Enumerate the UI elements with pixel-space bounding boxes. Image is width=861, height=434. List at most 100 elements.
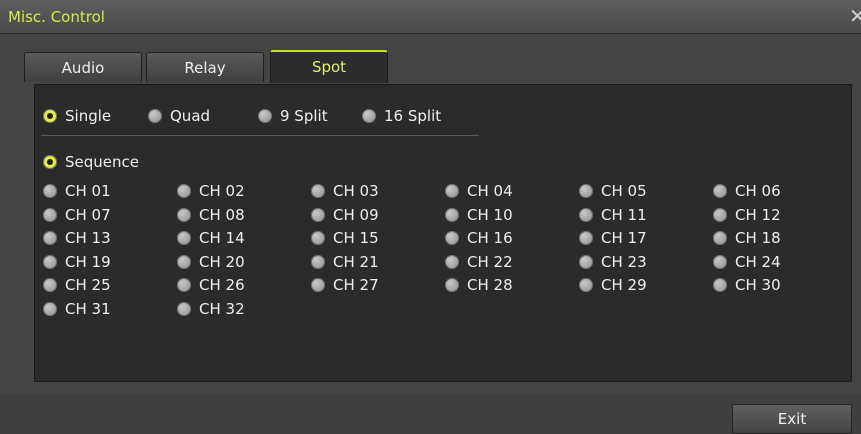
channel-label: CH 17	[601, 229, 647, 247]
close-icon[interactable]: ✕	[849, 8, 861, 26]
channel-radio-19[interactable]: CH 19	[43, 253, 111, 271]
channel-label: CH 18	[735, 229, 781, 247]
channel-radio-3[interactable]: CH 03	[311, 182, 379, 200]
channel-label: CH 30	[735, 276, 781, 294]
channel-label: CH 19	[65, 252, 111, 271]
channel-label: CH 16	[467, 229, 513, 247]
radio-icon	[579, 254, 593, 269]
misc-control-dialog: Misc. Control ✕ Audio Relay Spot Single …	[0, 0, 861, 434]
radio-icon	[43, 301, 57, 316]
radio-sequence[interactable]: Sequence	[43, 153, 139, 171]
radio-label: Sequence	[65, 153, 139, 171]
channel-radio-6[interactable]: CH 06	[713, 182, 781, 200]
channel-radio-5[interactable]: CH 05	[579, 182, 647, 200]
channel-radio-20[interactable]: CH 20	[177, 253, 245, 271]
radio-icon	[177, 301, 191, 316]
channel-label: CH 20	[199, 252, 245, 271]
radio-16-split[interactable]: 16 Split	[362, 107, 441, 125]
radio-icon	[311, 254, 325, 269]
radio-icon	[177, 184, 191, 198]
channel-label: CH 01	[65, 182, 111, 200]
radio-icon	[579, 207, 593, 222]
radio-label: 9 Split	[280, 107, 328, 125]
channel-radio-10[interactable]: CH 10	[445, 206, 513, 224]
radio-icon	[43, 207, 57, 222]
channel-label: CH 22	[467, 252, 513, 271]
exit-button[interactable]: Exit	[732, 404, 852, 434]
radio-icon	[362, 109, 376, 123]
channel-radio-22[interactable]: CH 22	[445, 253, 513, 271]
radio-icon	[311, 184, 325, 198]
radio-icon	[713, 278, 727, 292]
channel-label: CH 12	[735, 205, 781, 224]
channel-radio-14[interactable]: CH 14	[177, 229, 245, 247]
channel-label: CH 05	[601, 182, 647, 200]
channel-label: CH 14	[199, 229, 245, 247]
radio-icon	[311, 231, 325, 245]
channel-radio-24[interactable]: CH 24	[713, 253, 781, 271]
channel-label: CH 13	[65, 229, 111, 247]
radio-icon	[177, 278, 191, 292]
channel-radio-16[interactable]: CH 16	[445, 229, 513, 247]
channel-label: CH 21	[333, 252, 379, 271]
radio-icon	[177, 254, 191, 269]
radio-quad[interactable]: Quad	[148, 107, 210, 125]
channel-label: CH 07	[65, 205, 111, 224]
tab-relay[interactable]: Relay	[146, 52, 264, 82]
radio-icon	[579, 231, 593, 245]
channel-radio-17[interactable]: CH 17	[579, 229, 647, 247]
channel-radio-1[interactable]: CH 01	[43, 182, 111, 200]
radio-icon	[445, 231, 459, 245]
channel-radio-29[interactable]: CH 29	[579, 276, 647, 294]
channel-radio-8[interactable]: CH 08	[177, 206, 245, 224]
radio-icon	[579, 184, 593, 198]
radio-icon	[43, 278, 57, 292]
channel-radio-4[interactable]: CH 04	[445, 182, 513, 200]
tab-audio[interactable]: Audio	[24, 52, 142, 82]
radio-icon	[43, 184, 57, 198]
radio-label: 16 Split	[384, 107, 442, 125]
radio-selected-icon	[43, 155, 57, 169]
channel-radio-13[interactable]: CH 13	[43, 229, 111, 247]
channel-radio-21[interactable]: CH 21	[311, 253, 379, 271]
channel-label: CH 02	[199, 182, 245, 200]
channel-radio-25[interactable]: CH 25	[43, 276, 111, 294]
channel-radio-18[interactable]: CH 18	[713, 229, 781, 247]
radio-icon	[713, 207, 727, 222]
channel-radio-15[interactable]: CH 15	[311, 229, 379, 247]
channel-label: CH 32	[199, 299, 245, 318]
channel-radio-27[interactable]: CH 27	[311, 276, 379, 294]
channel-radio-30[interactable]: CH 30	[713, 276, 781, 294]
radio-icon	[148, 109, 162, 123]
radio-icon	[713, 231, 727, 245]
radio-label: Single	[65, 107, 112, 125]
channel-label: CH 10	[467, 205, 513, 224]
divider	[41, 135, 479, 136]
window-title: Misc. Control	[8, 8, 105, 26]
channel-radio-28[interactable]: CH 28	[445, 276, 513, 294]
channel-label: CH 08	[199, 205, 245, 224]
radio-icon	[177, 207, 191, 222]
channel-radio-23[interactable]: CH 23	[579, 253, 647, 271]
channel-radio-26[interactable]: CH 26	[177, 276, 245, 294]
spot-panel: Single Quad 9 Split 16 Split Sequence CH…	[34, 84, 852, 382]
channel-radio-12[interactable]: CH 12	[713, 206, 781, 224]
radio-9-split[interactable]: 9 Split	[258, 107, 328, 125]
radio-icon	[713, 254, 727, 269]
channel-label: CH 28	[467, 276, 513, 294]
channel-label: CH 23	[601, 252, 647, 271]
channel-label: CH 26	[199, 276, 245, 294]
channel-radio-9[interactable]: CH 09	[311, 206, 379, 224]
channel-label: CH 09	[333, 205, 379, 224]
tab-spot[interactable]: Spot	[270, 50, 388, 83]
channel-radio-2[interactable]: CH 02	[177, 182, 245, 200]
radio-icon	[713, 184, 727, 198]
radio-single[interactable]: Single	[43, 107, 111, 125]
channel-radio-32[interactable]: CH 32	[177, 300, 245, 318]
channel-radio-7[interactable]: CH 07	[43, 206, 111, 224]
channel-label: CH 31	[65, 299, 111, 318]
channel-radio-11[interactable]: CH 11	[579, 206, 647, 224]
channel-radio-31[interactable]: CH 31	[43, 300, 111, 318]
channel-label: CH 29	[601, 276, 647, 294]
radio-icon	[177, 231, 191, 245]
